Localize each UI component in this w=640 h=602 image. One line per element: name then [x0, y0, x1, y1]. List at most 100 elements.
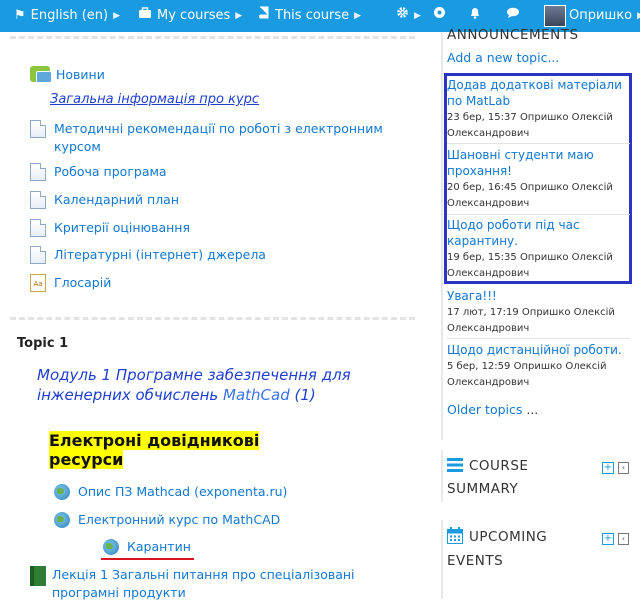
activity-label: Літературні (інтернет) джерела — [54, 247, 266, 262]
briefcase-icon — [138, 0, 152, 32]
block-title-line2: EVENTS — [447, 553, 504, 569]
block-title-line1: UPCOMING — [469, 529, 548, 545]
activity-label: Календарний план — [54, 192, 180, 207]
announcement-date: 19 бер, 15:35 — [447, 252, 517, 263]
announcement-item: Шановні студенти маю прохання! 20 бер, 1… — [447, 147, 635, 212]
module-heading-text: (1) — [289, 386, 316, 404]
activity-resource[interactable]: Робоча програма — [30, 163, 167, 181]
announcement-item: Щодо роботи під час карантину. 19 бер, 1… — [447, 217, 635, 282]
block-controls: + ‹ — [602, 462, 629, 474]
course-intro-link[interactable]: Загальна інформація про курс — [50, 92, 259, 107]
block-border — [441, 520, 443, 599]
globe-icon — [54, 512, 70, 528]
globe-icon — [103, 539, 119, 555]
flag-icon: ⚑ — [14, 8, 26, 23]
announcement-date: 5 бер, 12:59 — [447, 361, 511, 372]
book-icon — [258, 0, 270, 32]
document-icon — [30, 163, 46, 181]
glossary-icon: Aa — [30, 274, 46, 292]
highlight-line2: ресурси — [49, 450, 124, 469]
announcement-meta: 17 лют, 17:19 Опришко Олексій Олександро… — [447, 305, 635, 337]
separator — [447, 338, 630, 339]
announcement-item: Щодо дистанційної роботи. 5 бер, 12:59 О… — [447, 342, 635, 391]
activity-label: Опис ПЗ Mathcad (exponenta.ru) — [78, 484, 288, 499]
calendar-icon — [447, 527, 463, 551]
activity-glossary[interactable]: Aa Глосарій — [30, 274, 111, 292]
language-menu[interactable]: ⚑ English (en) ▶ — [14, 0, 120, 32]
activity-resource[interactable]: Критерії оцінювання — [30, 219, 190, 237]
globe-icon — [54, 484, 70, 500]
document-icon — [30, 246, 46, 264]
block-title: UPCOMING EVENTS — [447, 527, 547, 572]
activity-lecture[interactable]: Лекція 1 Загальні питання про спеціалізо… — [30, 566, 410, 602]
section-divider — [10, 317, 415, 320]
block-title: COURSE SUMMARY — [447, 456, 528, 500]
highlight-line1: Електроні довідникові — [49, 431, 260, 450]
forum-icon — [30, 66, 52, 83]
announcement-title[interactable]: Щодо дистанційної роботи. — [447, 342, 635, 358]
this-course-label: This course — [275, 8, 350, 23]
block-title-line1: COURSE — [469, 458, 529, 474]
document-icon — [30, 219, 46, 237]
block-title: ANNOUNCEMENTS — [447, 27, 579, 43]
announcement-date: 17 лют, 17:19 — [447, 307, 519, 318]
announcement-item: Увага!!! 17 лют, 17:19 Опришко Олексій О… — [447, 288, 635, 337]
dock-block-icon[interactable]: ‹ — [618, 462, 629, 474]
activity-resource[interactable]: Методичні рекомендації по роботі з елект… — [30, 120, 400, 156]
caret-right-icon: ▶ — [354, 11, 362, 21]
announcement-title[interactable]: Увага!!! — [447, 288, 635, 304]
separator — [447, 143, 630, 144]
module-heading-mathcad: MathCad — [223, 386, 290, 404]
activity-label: Лекція 1 Загальні питання про спеціалізо… — [52, 567, 355, 600]
announcement-title[interactable]: Щодо роботи під час карантину. — [447, 217, 597, 249]
announcement-title[interactable]: Додав додаткові матеріали по MatLab — [447, 77, 635, 109]
add-block-icon[interactable]: + — [602, 533, 614, 545]
red-underline — [101, 558, 194, 560]
block-border — [441, 450, 443, 502]
older-topics-ellipsis: ... — [522, 402, 539, 417]
add-block-icon[interactable]: + — [602, 462, 614, 474]
block-controls: + ‹ — [602, 533, 629, 545]
announcement-meta: 20 бер, 16:45 Опришко Олексій Олександро… — [447, 180, 635, 212]
activity-label: Робоча програма — [54, 164, 167, 179]
module-heading-text: інженерних обчислень — [37, 386, 223, 404]
activity-url[interactable]: Електронний курс по MathCAD — [54, 511, 280, 529]
dashboard-button[interactable] — [433, 0, 446, 32]
highlighted-heading: Електроні довідникові ресурси — [49, 431, 260, 469]
caret-right-icon: ▶ — [113, 11, 121, 21]
dock-block-icon[interactable]: ‹ — [618, 533, 629, 545]
activity-news-forum[interactable]: Новини — [30, 66, 105, 84]
activity-quarantine[interactable]: Карантин — [103, 538, 191, 556]
announcement-date: 23 бер, 15:37 — [447, 112, 517, 123]
settings-menu[interactable]: ▶ — [396, 0, 421, 32]
activity-resource[interactable]: Календарний план — [30, 191, 179, 209]
add-topic-link[interactable]: Add a new topic... — [447, 50, 559, 65]
separator — [447, 214, 630, 215]
announcement-title[interactable]: Шановні студенти маю прохання! — [447, 147, 597, 179]
avatar — [544, 5, 566, 27]
module-heading-line1: Модуль 1 Програмне забезпечення для — [37, 366, 351, 384]
book-icon — [30, 566, 46, 586]
announcement-meta: 5 бер, 12:59 Опришко Олексій Олександров… — [447, 359, 635, 391]
older-topics: Older topics ... — [447, 402, 538, 417]
announcement-item: Додав додаткові матеріали по MatLab 23 б… — [447, 77, 635, 142]
document-icon — [30, 120, 46, 138]
gear-icon — [396, 0, 409, 32]
document-icon — [30, 191, 46, 209]
activity-resource[interactable]: Літературні (інтернет) джерела — [30, 246, 266, 264]
module-heading-line2: інженерних обчислень MathCad (1) — [37, 385, 367, 405]
activity-label: Методичні рекомендації по роботі з елект… — [54, 121, 383, 154]
block-title-line2: SUMMARY — [447, 481, 519, 497]
older-topics-link[interactable]: Older topics — [447, 402, 522, 417]
activity-label: Новини — [56, 67, 105, 82]
my-courses-menu[interactable]: My courses ▶ — [138, 0, 242, 32]
this-course-menu[interactable]: This course ▶ — [258, 0, 361, 32]
activity-url[interactable]: Опис ПЗ Mathcad (exponenta.ru) — [54, 483, 287, 501]
announcement-meta: 23 бер, 15:37 Опришко Олексій Олександро… — [447, 110, 635, 142]
caret-right-icon: ▶ — [414, 11, 421, 21]
activity-label: Електронний курс по MathCAD — [78, 512, 281, 527]
activity-label: Карантин — [127, 539, 191, 554]
caret-right-icon: ▶ — [235, 11, 243, 21]
section-divider — [10, 36, 415, 39]
module-heading: Модуль 1 Програмне забезпечення для інже… — [37, 365, 367, 405]
